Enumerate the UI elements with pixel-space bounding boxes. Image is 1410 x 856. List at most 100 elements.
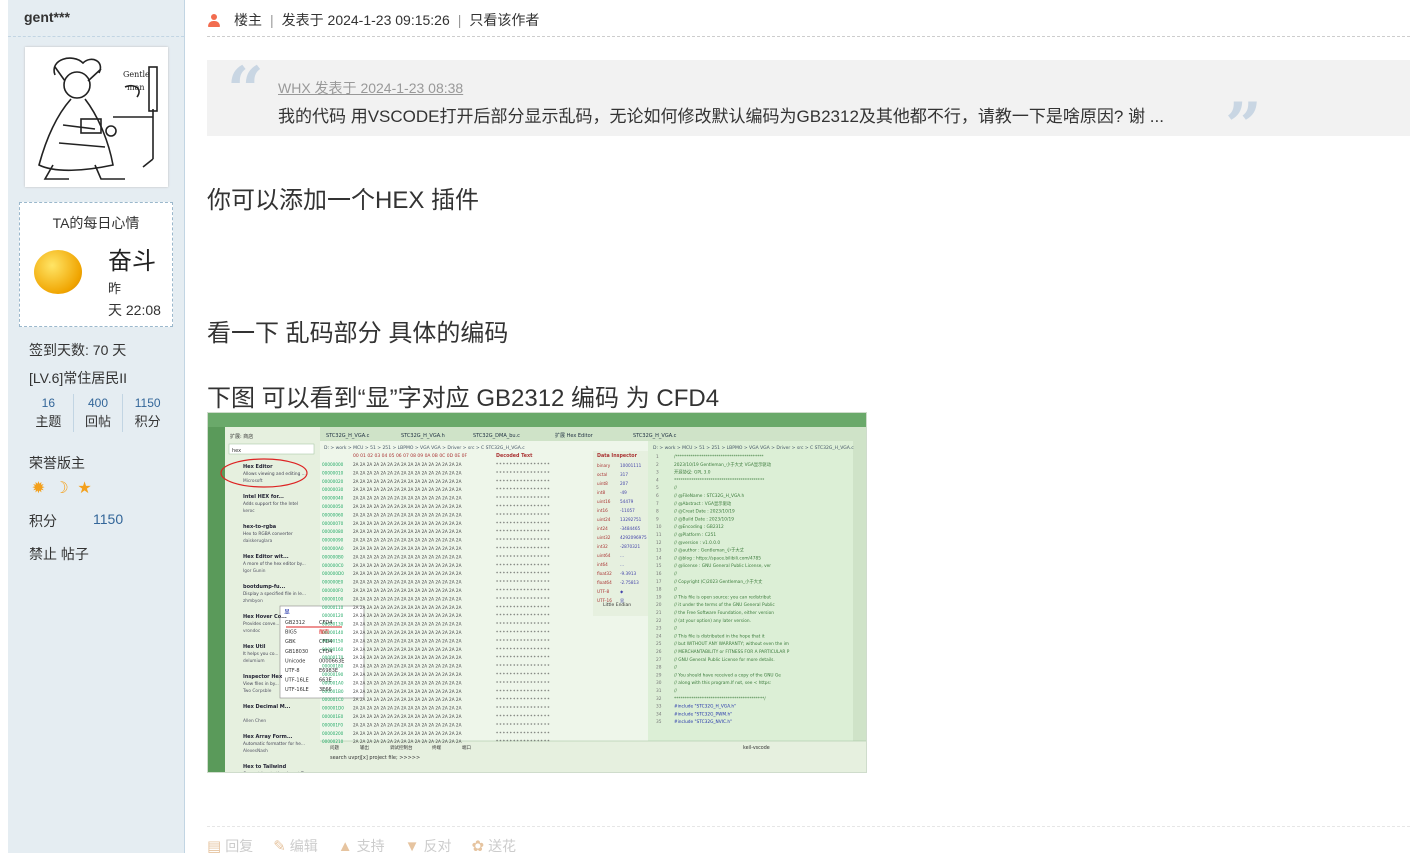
popup-encoding-value: 醒而 xyxy=(319,630,329,636)
support-label: 支持 xyxy=(356,838,385,854)
count-replies-num[interactable]: 400 xyxy=(74,394,123,412)
terminal-tab-label: 终端 xyxy=(432,744,441,751)
code-line-number: 28 xyxy=(656,665,662,671)
decoded-chars: * * * * * * * * * * * * * * * * xyxy=(496,563,549,568)
hex-offset: 000000A0 xyxy=(322,546,344,551)
decoded-chars: * * * * * * * * * * * * * * * * xyxy=(496,487,549,492)
inspector-value: ... xyxy=(620,553,624,558)
decoded-chars: * * * * * * * * * * * * * * * * xyxy=(496,714,549,719)
edit-icon: ✎ xyxy=(273,838,286,855)
post-info-divider xyxy=(207,36,1410,37)
inspector-key: float32 xyxy=(597,571,612,576)
oppose-button[interactable]: ▼ 反对 xyxy=(405,836,452,856)
reply-label: 回复 xyxy=(225,838,254,854)
separator: | xyxy=(270,12,274,28)
svg-text:man: man xyxy=(127,83,145,92)
decoded-chars: * * * * * * * * * * * * * * * * xyxy=(496,479,549,484)
ext-item-publisher: Igor Gunin xyxy=(243,568,266,574)
terminal-tab-label: 输出 xyxy=(360,744,369,751)
terminal-tab-label: 调试控制台 xyxy=(390,744,413,751)
code-line-number: 31 xyxy=(656,688,662,694)
count-score[interactable]: 1150 积分 xyxy=(122,394,172,432)
inspector-value: -11057 xyxy=(620,508,635,513)
only-author-link[interactable]: 只看该作者 xyxy=(469,10,539,30)
decoded-chars: * * * * * * * * * * * * * * * * xyxy=(496,470,549,475)
ext-item-name: Intel HEX for... xyxy=(243,494,284,500)
popup-encoding-value: 0000663E xyxy=(319,658,344,664)
popup-encoding-name: UTF-8 xyxy=(285,668,300,674)
code-line-number: 20 xyxy=(656,602,662,608)
code-line-text: ****************************************… xyxy=(674,696,766,702)
hex-offset: 000001C0 xyxy=(322,697,344,702)
honor-group[interactable]: 荣誉版主 xyxy=(29,453,85,473)
popup-encoding-name: Unicode xyxy=(285,658,305,664)
reply-button[interactable]: ▤ 回复 xyxy=(207,836,253,856)
decoded-chars: * * * * * * * * * * * * * * * * xyxy=(496,580,549,585)
ext-search-value: hex xyxy=(232,448,241,454)
avatar[interactable]: Gentle man xyxy=(25,47,168,187)
hex-bytes: 2A 2A 2A 2A 2A 2A 2A 2A 2A 2A 2A 2A 2A 2… xyxy=(353,512,462,517)
hex-offset: 00000050 xyxy=(322,504,344,509)
decoded-chars: * * * * * * * * * * * * * * * * xyxy=(496,622,549,627)
mood-time-line1: 昨 xyxy=(108,281,122,296)
editor-tab-label: STC32G_H_VGA.c xyxy=(326,433,370,439)
popup-encoding-value: CFD4 xyxy=(319,620,332,626)
hex-offset: 00000120 xyxy=(322,613,344,618)
code-line-number: 14 xyxy=(656,555,662,561)
ext-item-name: Hex Util xyxy=(243,644,266,650)
count-replies[interactable]: 400 回帖 xyxy=(72,394,123,432)
flower-button[interactable]: ✿ 送花 xyxy=(471,836,516,856)
code-line-number: 6 xyxy=(656,493,659,499)
hex-bytes: 2A 2A 2A 2A 2A 2A 2A 2A 2A 2A 2A 2A 2A 2… xyxy=(353,588,462,593)
author-name[interactable]: gent*** xyxy=(24,9,70,25)
mood-title: TA的每日心情 xyxy=(52,215,140,231)
count-topics-num[interactable]: 16 xyxy=(24,394,73,412)
decoded-chars: * * * * * * * * * * * * * * * * xyxy=(496,731,549,736)
user-level[interactable]: [LV.6]常住居民II xyxy=(29,368,127,388)
popup-encoding-name: GBK xyxy=(285,639,296,645)
decoded-chars: * * * * * * * * * * * * * * * * xyxy=(496,546,549,551)
score-label: 积分 xyxy=(29,513,57,529)
support-button[interactable]: ▲ 支持 xyxy=(338,836,385,856)
score-value[interactable]: 1150 xyxy=(93,511,123,527)
quote-author-link[interactable]: WHX 发表于 2024-1-23 08:38 xyxy=(278,78,463,98)
inspector-header: Data Inspector xyxy=(597,453,638,459)
ext-item-name: Inspector Hex xyxy=(243,674,283,680)
hex-offset: 000000B0 xyxy=(322,554,344,559)
hex-bytes: 2A 2A 2A 2A 2A 2A 2A 2A 2A 2A 2A 2A 2A 2… xyxy=(353,622,462,627)
code-line-number: 34 xyxy=(656,711,662,717)
terminal-output: search uvprj[x] project file; >>>>> xyxy=(330,755,420,761)
edit-button[interactable]: ✎ 编辑 xyxy=(273,836,318,856)
post-line-1: 你可以添加一个HEX 插件 xyxy=(207,187,480,214)
code-line-number: 8 xyxy=(656,509,659,515)
code-line-text: // the Free Software Foundation, either … xyxy=(674,610,774,616)
inspector-key: uint24 xyxy=(597,517,611,522)
popup-encoding-name: BIG5 xyxy=(285,630,297,636)
code-line-text: // @Creat Date : 2023/10/19 xyxy=(674,509,735,515)
inspector-key: int64 xyxy=(597,562,608,567)
code-line-number: 2 xyxy=(656,462,659,468)
daily-mood-box: TA的每日心情 奋斗 昨 天 22:08 xyxy=(19,202,173,327)
vscode-screenshot-image[interactable]: 扩展: 商店 hex Hex Editor Allows viewing and ed… xyxy=(207,412,867,773)
code-line-number: 22 xyxy=(656,618,662,624)
hex-offset: 000001E0 xyxy=(322,714,344,719)
breadcrumb-text: D: > work > MCU > 51 > 251 > LBPMO > VGA… xyxy=(653,445,854,451)
inspector-value: 207 xyxy=(620,481,628,486)
hex-offset: 000001D0 xyxy=(322,706,344,711)
avatar-drawing-icon: Gentle man xyxy=(38,57,158,180)
code-line-text: // @Encoding : GB2312 xyxy=(674,524,724,530)
decoded-chars: * * * * * * * * * * * * * * * * xyxy=(496,512,549,517)
decoded-chars: * * * * * * * * * * * * * * * * xyxy=(496,596,549,601)
checkin-days: 签到天数: 70 天 xyxy=(29,342,127,358)
ext-item-desc: Display a specified file in le... xyxy=(243,591,306,597)
count-score-num[interactable]: 1150 xyxy=(123,394,172,412)
code-line-text: #include "STC32G_NVIC.h" xyxy=(674,719,732,725)
inspector-key: float64 xyxy=(597,580,612,585)
decoded-chars: * * * * * * * * * * * * * * * * xyxy=(496,689,549,694)
inspector-value: 317 xyxy=(620,472,628,477)
count-topics[interactable]: 16 主题 xyxy=(24,394,73,432)
ban-post-link[interactable]: 禁止 帖子 xyxy=(29,544,89,564)
decoded-chars: * * * * * * * * * * * * * * * * xyxy=(496,647,549,652)
decoded-chars: * * * * * * * * * * * * * * * * xyxy=(496,554,549,559)
hex-bytes: 2A 2A 2A 2A 2A 2A 2A 2A 2A 2A 2A 2A 2A 2… xyxy=(353,479,462,484)
